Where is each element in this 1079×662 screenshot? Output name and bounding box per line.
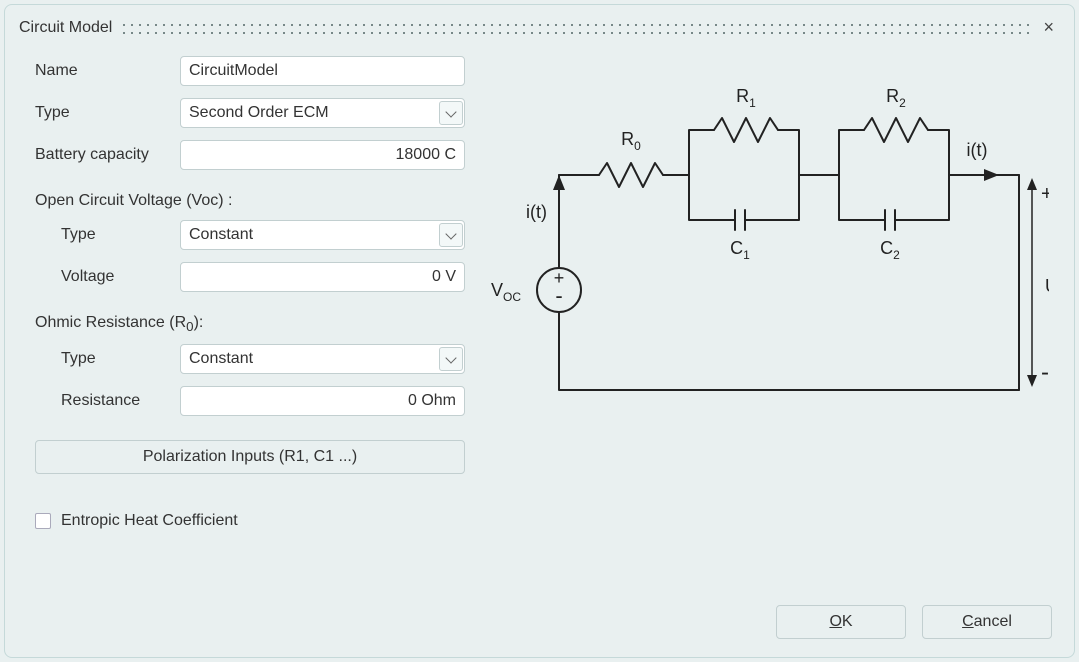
svg-text:i(t): i(t) xyxy=(526,202,547,222)
entropic-checkbox[interactable] xyxy=(35,513,51,529)
cancel-button[interactable]: Cancel xyxy=(922,605,1052,639)
svg-text:UT: UT xyxy=(1045,276,1049,300)
dialog-title: Circuit Model xyxy=(19,19,112,37)
name-input[interactable] xyxy=(180,56,465,86)
battery-capacity-label: Battery capacity xyxy=(35,146,180,164)
voc-voltage-label: Voltage xyxy=(35,268,180,286)
voc-section-label: Open Circuit Voltage (Voc) : xyxy=(35,192,465,210)
polarization-inputs-button[interactable]: Polarization Inputs (R1, C1 ...) xyxy=(35,440,465,474)
svg-text:C2: C2 xyxy=(880,238,900,262)
voc-type-select[interactable] xyxy=(180,220,465,250)
type-select[interactable] xyxy=(180,98,465,128)
voc-voltage-input[interactable] xyxy=(180,262,465,292)
r0-resistance-label: Resistance xyxy=(35,392,180,410)
svg-text:VOC: VOC xyxy=(490,280,520,304)
chevron-down-icon xyxy=(445,228,456,239)
svg-text:R0: R0 xyxy=(621,129,641,153)
entropic-label: Entropic Heat Coefficient xyxy=(61,512,238,530)
type-label: Type xyxy=(35,104,180,122)
svg-text:-: - xyxy=(555,283,562,308)
r0-resistance-input[interactable] xyxy=(180,386,465,416)
type-select-button[interactable] xyxy=(439,101,463,125)
name-label: Name xyxy=(35,62,180,80)
close-icon[interactable]: × xyxy=(1037,15,1060,40)
r0-type-label: Type xyxy=(35,350,180,368)
svg-text:-: - xyxy=(1041,359,1049,386)
r0-type-select-button[interactable] xyxy=(439,347,463,371)
titlebar-separator xyxy=(120,21,1029,35)
svg-text:+: + xyxy=(1041,183,1049,205)
circuit-diagram: + - VOC i(t) R0 R1 xyxy=(481,54,1056,587)
voc-type-label: Type xyxy=(35,226,180,244)
svg-text:R1: R1 xyxy=(736,86,756,110)
voc-type-select-button[interactable] xyxy=(439,223,463,247)
chevron-down-icon xyxy=(445,106,456,117)
ok-button[interactable]: OK xyxy=(776,605,906,639)
r0-section-label: Ohmic Resistance (R0): xyxy=(35,314,465,334)
svg-text:i(t): i(t) xyxy=(966,140,987,160)
battery-capacity-input[interactable] xyxy=(180,140,465,170)
svg-text:C1: C1 xyxy=(730,238,750,262)
chevron-down-icon xyxy=(445,352,456,363)
svg-text:R2: R2 xyxy=(886,86,906,110)
r0-type-select[interactable] xyxy=(180,344,465,374)
